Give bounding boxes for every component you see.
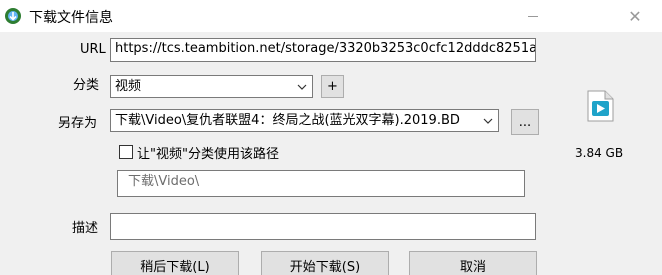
browse-button[interactable]: ... — [511, 109, 539, 135]
url-field[interactable]: https://tcs.teambition.net/storage/3320b… — [110, 38, 536, 62]
window-title: 下载文件信息 — [29, 10, 113, 26]
cancel-button[interactable]: 取消 — [409, 251, 537, 275]
category-label: 分类 — [73, 78, 100, 93]
start-download-button[interactable]: 开始下载(S) — [261, 251, 389, 275]
close-icon[interactable]: ✕ — [612, 0, 658, 32]
chevron-down-icon — [296, 76, 308, 97]
video-file-icon — [587, 90, 614, 122]
url-label: URL — [80, 42, 106, 57]
category-select[interactable]: 视频 — [110, 75, 313, 98]
remember-path-checkbox[interactable] — [119, 145, 133, 159]
category-value: 视频 — [115, 79, 142, 94]
save-as-value: 下载\Video\复仇者联盟4：终局之战(蓝光双字幕).2019.BD — [115, 113, 460, 128]
minimize-icon[interactable] — [510, 0, 556, 32]
add-category-button[interactable]: + — [321, 75, 344, 98]
path-preview-field[interactable]: 下载\Video\ — [117, 170, 525, 197]
remember-path-label: 让"视频"分类使用该路径 — [137, 147, 279, 162]
save-as-select[interactable]: 下载\Video\复仇者联盟4：终局之战(蓝光双字幕).2019.BD — [110, 109, 499, 132]
app-icon — [5, 8, 21, 24]
file-size: 3.84 GB — [575, 146, 624, 160]
description-field[interactable] — [110, 213, 536, 240]
description-label: 描述 — [72, 221, 99, 236]
chevron-down-icon — [482, 110, 494, 131]
title-bar: 下载文件信息 ✕ — [0, 0, 662, 32]
download-later-button[interactable]: 稍后下载(L) — [111, 251, 239, 275]
save-as-label: 另存为 — [58, 116, 98, 131]
